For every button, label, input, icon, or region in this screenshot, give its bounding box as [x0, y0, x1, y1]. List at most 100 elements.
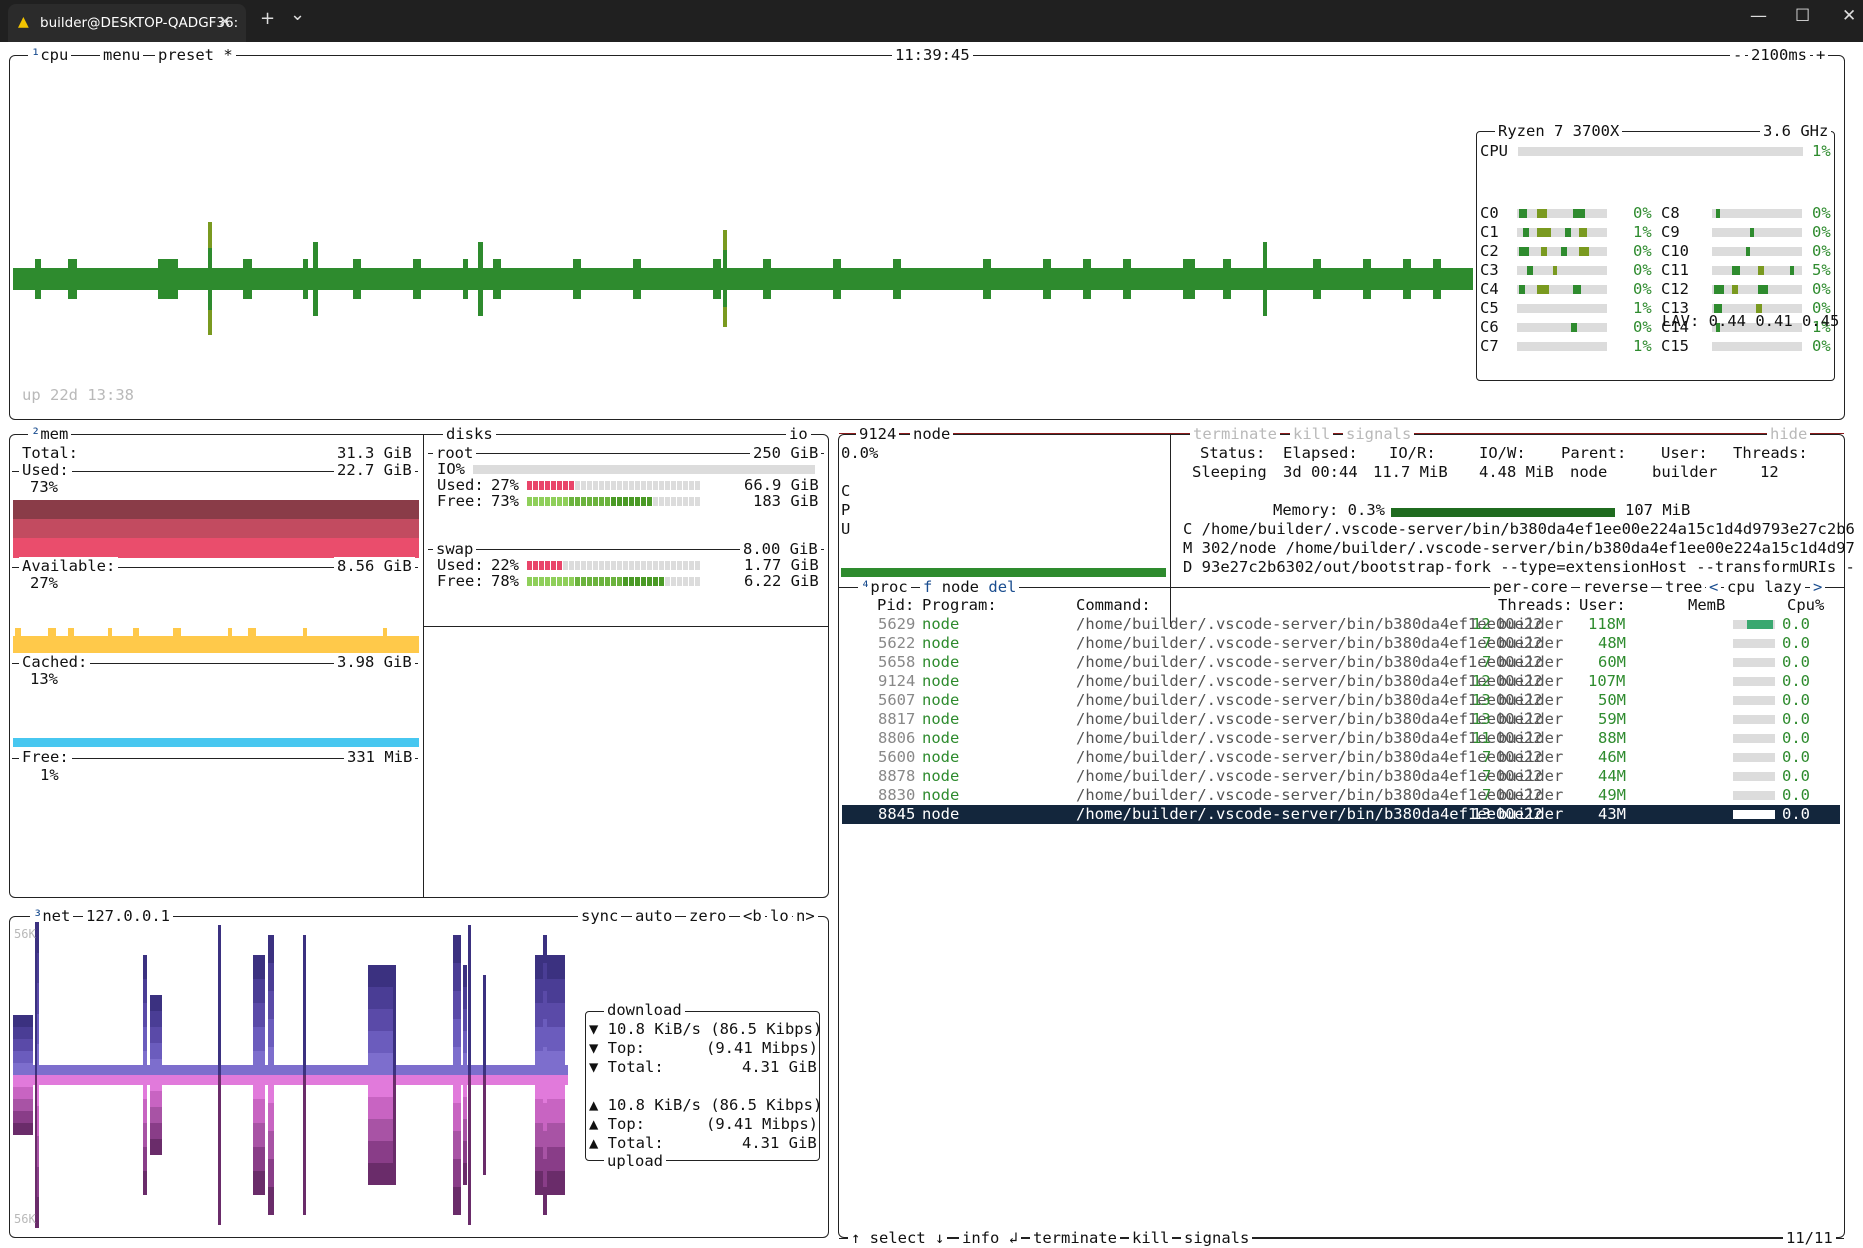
meter-segment — [527, 497, 532, 506]
footer-terminate[interactable]: terminate — [1030, 1229, 1120, 1248]
col-command[interactable]: Command: — [1076, 596, 1151, 615]
close-window-button[interactable]: ✕ — [1842, 6, 1856, 26]
process-pid: 8817 — [878, 710, 916, 728]
sort-prev-button[interactable]: < — [1706, 578, 1722, 597]
net-graph-bar — [535, 1099, 565, 1123]
mem-cached-pct: 13% — [30, 670, 58, 688]
meter-segment — [677, 577, 682, 586]
process-threads: 12 — [1472, 672, 1491, 690]
cpu-graph-segment — [243, 259, 252, 299]
sort-next-button[interactable]: > — [1810, 578, 1826, 597]
upload-total-label: ▲ Total: — [589, 1134, 664, 1152]
meter-segment — [671, 497, 676, 506]
process-row[interactable]: 5607 node/home/builder/.vscode-server/bin… — [842, 691, 1840, 710]
download-total-value: 4.31 GiB — [742, 1058, 817, 1076]
interval-increase[interactable]: + — [1813, 46, 1829, 65]
detail-terminate-button[interactable]: terminate — [1190, 425, 1280, 444]
reverse-toggle[interactable]: reverse — [1580, 578, 1652, 597]
proc-box-title[interactable]: ⁴proc — [858, 578, 911, 597]
meter-segment — [563, 497, 568, 506]
footer-select[interactable]: ↑ select ↓ — [848, 1229, 948, 1248]
process-program: node — [922, 615, 960, 633]
detail-elapsed: 3d 00:44 — [1283, 463, 1358, 481]
mem-box-title[interactable]: ²mem — [28, 425, 72, 444]
disk-root-size: 250 GiB — [750, 444, 822, 463]
col-program[interactable]: Program: — [922, 596, 997, 615]
cpu-box-title[interactable]: ¹cpu — [28, 46, 72, 65]
minimize-button[interactable]: — — [1750, 6, 1767, 26]
meter-segment — [563, 561, 568, 570]
terminal-tab[interactable]: ▲ builder@DESKTOP-QADGF36: ✕ — [8, 4, 246, 42]
net-zero-toggle[interactable]: zero — [686, 907, 730, 926]
process-threads: 13 — [1472, 691, 1491, 709]
detail-hide-button[interactable]: hide — [1767, 425, 1811, 444]
footer-info[interactable]: info ↲ — [959, 1229, 1021, 1248]
process-row[interactable]: 5622 node/home/builder/.vscode-server/bin… — [842, 634, 1840, 653]
meter-segment — [653, 481, 658, 490]
cpu-core-label: C2 — [1480, 242, 1499, 260]
process-row[interactable]: 8806 node/home/builder/.vscode-server/bin… — [842, 729, 1840, 748]
process-row[interactable]: 8817 node/home/builder/.vscode-server/bin… — [842, 710, 1840, 729]
detail-memory-meter — [1391, 508, 1615, 517]
detail-cpu-letter-p: P — [841, 501, 851, 519]
close-tab-icon[interactable]: ✕ — [218, 12, 231, 31]
io-toggle[interactable]: io — [786, 425, 811, 444]
tree-toggle[interactable]: tree — [1662, 578, 1706, 597]
cpu-graph-segment — [1403, 259, 1411, 299]
preset-button[interactable]: preset * — [155, 46, 236, 65]
col-threads[interactable]: Threads: — [1498, 596, 1573, 615]
detail-signals-button[interactable]: signals — [1343, 425, 1415, 444]
col-mem[interactable]: MemB — [1688, 596, 1725, 615]
process-row[interactable]: 8878 node/home/builder/.vscode-server/bin… — [842, 767, 1840, 786]
footer-signals[interactable]: signals — [1181, 1229, 1253, 1248]
maximize-button[interactable]: ☐ — [1795, 6, 1810, 26]
detail-threads-label: Threads: — [1733, 444, 1808, 462]
interval-decrease[interactable]: - — [1730, 46, 1746, 65]
process-row[interactable]: 8845 node/home/builder/.vscode-server/bin… — [842, 805, 1840, 824]
tab-dropdown-button[interactable]: ⌄ — [290, 4, 305, 25]
proc-filter[interactable]: f node del — [920, 578, 1020, 597]
meter-segment — [557, 577, 562, 586]
meter-segment — [617, 497, 622, 506]
per-core-toggle[interactable]: per-core — [1490, 578, 1571, 597]
new-tab-button[interactable]: + — [260, 8, 275, 29]
process-row[interactable]: 9124 node/home/builder/.vscode-server/bin… — [842, 672, 1840, 691]
net-prev-iface[interactable]: <b — [740, 907, 765, 926]
meter-segment — [575, 577, 580, 586]
process-mem: 107M — [1588, 672, 1626, 690]
process-row[interactable]: 8830 node/home/builder/.vscode-server/bin… — [842, 786, 1840, 805]
process-cpu-meter — [1733, 734, 1775, 743]
meter-segment — [641, 481, 646, 490]
col-user[interactable]: User: — [1579, 596, 1626, 615]
detail-kill-button[interactable]: kill — [1290, 425, 1334, 444]
process-cpu-meter — [1733, 791, 1775, 800]
meter-segment — [671, 481, 676, 490]
meter-segment — [587, 577, 592, 586]
process-row[interactable]: 5600 node/home/builder/.vscode-server/bin… — [842, 748, 1840, 767]
net-graph-bar — [253, 1051, 265, 1075]
net-graph-bar — [268, 1159, 274, 1187]
meter-segment — [581, 497, 586, 506]
net-sync-toggle[interactable]: sync — [578, 907, 622, 926]
process-cpu-meter — [1733, 772, 1775, 781]
net-next-iface[interactable]: n> — [793, 907, 818, 926]
net-graph-bar — [13, 1111, 33, 1123]
net-graph-bar — [150, 1075, 162, 1091]
process-mem: 118M — [1588, 615, 1626, 633]
menu-button[interactable]: menu — [100, 46, 144, 65]
net-graph-bar — [143, 1099, 147, 1123]
process-cpu: 0.0 — [1782, 672, 1810, 690]
load-average: LAV: 0.44 0.41 0.45 — [1662, 312, 1840, 330]
process-row[interactable]: 5658 node/home/builder/.vscode-server/bin… — [842, 653, 1840, 672]
cpu-graph-segment — [573, 259, 581, 299]
meter-segment — [683, 497, 688, 506]
footer-kill[interactable]: kill — [1129, 1229, 1173, 1248]
col-cpu[interactable]: Cpu% — [1787, 596, 1824, 615]
net-graph-bar — [143, 1003, 147, 1027]
net-graph-bar — [468, 1075, 471, 1225]
sort-column[interactable]: cpu lazy — [1724, 578, 1805, 597]
net-auto-toggle[interactable]: auto — [632, 907, 676, 926]
col-pid[interactable]: Pid: — [877, 596, 914, 615]
meter-segment — [563, 481, 568, 490]
process-row[interactable]: 5629 node/home/builder/.vscode-server/bin… — [842, 615, 1840, 634]
